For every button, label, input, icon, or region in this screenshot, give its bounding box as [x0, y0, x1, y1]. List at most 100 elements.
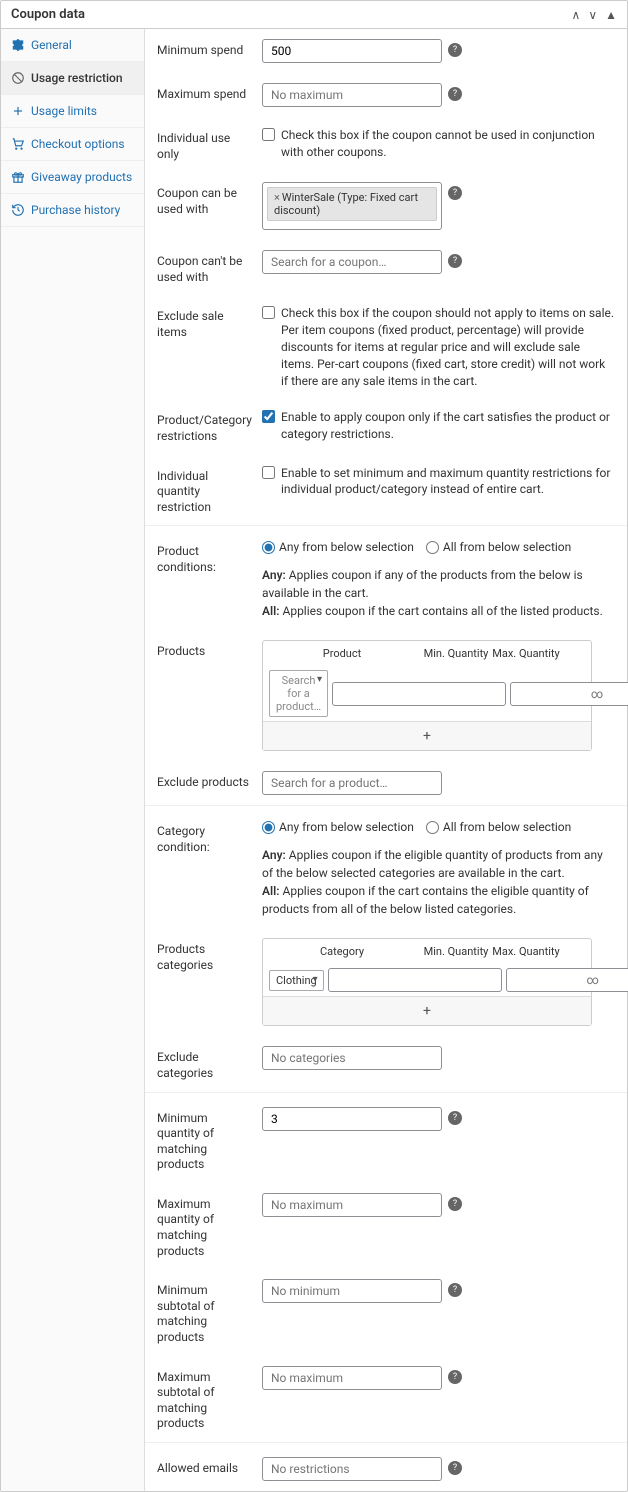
- label-max-qty: Maximum quantity of matching products: [157, 1193, 252, 1259]
- cant-used-with-input[interactable]: [262, 250, 442, 274]
- label-min-qty: Minimum quantity of matching products: [157, 1107, 252, 1173]
- exclude-sale-checkbox[interactable]: [262, 306, 275, 319]
- row-exclude-sale: Exclude sale items Check this box if the…: [145, 295, 627, 399]
- used-with-input[interactable]: ×WinterSale (Type: Fixed cart discount): [262, 182, 442, 230]
- row-prod-cat-restrict: Product/Category restrictions Enable to …: [145, 399, 627, 454]
- label-products: Products: [157, 640, 252, 660]
- cart-icon: [11, 137, 25, 151]
- sidebar-item-label: Checkout options: [31, 137, 125, 151]
- max-qty-input[interactable]: [262, 1193, 442, 1217]
- label-cat-cond: Category condition:: [157, 820, 252, 855]
- sidebar-item-purchase-history[interactable]: Purchase history: [1, 194, 144, 227]
- expand-down-icon[interactable]: ∨: [588, 8, 597, 22]
- cat-cond-any[interactable]: Any from below selection: [262, 820, 414, 834]
- row-individual-use: Individual use only Check this box if th…: [145, 117, 627, 172]
- indiv-qty-checkbox[interactable]: [262, 466, 275, 479]
- min-qty-input[interactable]: [262, 1107, 442, 1131]
- row-exclude-categories: Exclude categories: [145, 1036, 627, 1091]
- sidebar: General Usage restriction Usage limits C…: [1, 29, 145, 1491]
- label-min-spend: Minimum spend: [157, 39, 252, 59]
- gift-icon: [11, 170, 25, 184]
- remove-tag-icon[interactable]: ×: [274, 191, 280, 204]
- col-category: Category: [263, 945, 421, 958]
- row-cant-used-with: Coupon can't be used with ?: [145, 240, 627, 295]
- sidebar-item-usage-restriction[interactable]: Usage restriction: [1, 62, 144, 95]
- panel-header: Coupon data ∧ ∨ ▲: [1, 1, 627, 29]
- help-icon[interactable]: ?: [448, 1370, 462, 1384]
- ticket-icon: [11, 38, 25, 52]
- toggle-icon[interactable]: ▲: [605, 8, 617, 22]
- panel-title: Coupon data: [11, 7, 85, 22]
- sidebar-item-checkout-options[interactable]: Checkout options: [1, 128, 144, 161]
- help-icon[interactable]: ?: [448, 254, 462, 268]
- label-prod-cat-restrict: Product/Category restrictions: [157, 409, 252, 444]
- history-icon: [11, 203, 25, 217]
- add-product-row-button[interactable]: +: [263, 721, 591, 750]
- exclude-sale-text: Check this box if the coupon should not …: [281, 305, 615, 389]
- label-exclude-categories: Exclude categories: [157, 1046, 252, 1081]
- exclude-categories-input[interactable]: [262, 1046, 442, 1070]
- products-table: Product Min. Quantity Max. Quantity Sear…: [262, 640, 592, 751]
- label-indiv-qty: Individual quantity restriction: [157, 465, 252, 516]
- collapse-up-icon[interactable]: ∧: [572, 8, 581, 22]
- sidebar-item-label: Usage restriction: [31, 71, 123, 85]
- help-icon[interactable]: ?: [448, 87, 462, 101]
- sidebar-item-giveaway-products[interactable]: Giveaway products: [1, 161, 144, 194]
- prod-cat-restrict-checkbox[interactable]: [262, 410, 275, 423]
- allowed-emails-input[interactable]: [262, 1457, 442, 1481]
- help-icon[interactable]: ?: [448, 1197, 462, 1211]
- prod-cond-all[interactable]: All from below selection: [426, 540, 571, 554]
- prod-cond-any[interactable]: Any from below selection: [262, 540, 414, 554]
- label-max-subtotal: Maximum subtotal of matching products: [157, 1366, 252, 1432]
- sidebar-item-label: Usage limits: [31, 104, 97, 118]
- product-select[interactable]: Search for a product…: [269, 670, 328, 717]
- help-icon[interactable]: ?: [448, 1111, 462, 1125]
- max-spend-input[interactable]: [262, 83, 442, 107]
- form-content: Minimum spend ? Maximum spend ? Individu…: [145, 29, 627, 1491]
- individual-use-checkbox[interactable]: [262, 128, 275, 141]
- row-min-subtotal: Minimum subtotal of matching products ?: [145, 1269, 627, 1355]
- plus-icon: [11, 104, 25, 118]
- product-max-qty[interactable]: [510, 682, 628, 706]
- category-select[interactable]: Clothing: [269, 970, 324, 991]
- panel-body: General Usage restriction Usage limits C…: [1, 29, 627, 1491]
- row-products: Products Product Min. Quantity Max. Quan…: [145, 630, 627, 761]
- col-min-qty: Min. Quantity: [421, 945, 491, 958]
- category-min-qty[interactable]: [328, 968, 502, 992]
- help-icon[interactable]: ?: [448, 1283, 462, 1297]
- row-min-qty: Minimum quantity of matching products ?: [145, 1092, 627, 1183]
- coupon-tag[interactable]: ×WinterSale (Type: Fixed cart discount): [267, 187, 437, 221]
- cat-cond-all[interactable]: All from below selection: [426, 820, 571, 834]
- sidebar-item-label: Purchase history: [31, 203, 120, 217]
- label-max-spend: Maximum spend: [157, 83, 252, 103]
- col-product: Product: [263, 647, 421, 660]
- row-max-qty: Maximum quantity of matching products ?: [145, 1183, 627, 1269]
- min-spend-input[interactable]: [262, 39, 442, 63]
- label-individual-use: Individual use only: [157, 127, 252, 162]
- add-category-row-button[interactable]: +: [263, 996, 591, 1025]
- categories-table: Category Min. Quantity Max. Quantity Clo…: [262, 938, 592, 1026]
- col-max-qty: Max. Quantity: [491, 647, 561, 660]
- category-max-qty[interactable]: [506, 968, 628, 992]
- help-icon[interactable]: ?: [448, 1461, 462, 1475]
- row-min-spend: Minimum spend ?: [145, 29, 627, 73]
- row-max-subtotal: Maximum subtotal of matching products ?: [145, 1356, 627, 1442]
- label-prod-cond: Product conditions:: [157, 540, 252, 575]
- sidebar-item-general[interactable]: General: [1, 29, 144, 62]
- max-subtotal-input[interactable]: [262, 1366, 442, 1390]
- min-subtotal-input[interactable]: [262, 1279, 442, 1303]
- sidebar-item-usage-limits[interactable]: Usage limits: [1, 95, 144, 128]
- sidebar-item-label: Giveaway products: [31, 170, 132, 184]
- label-exclude-products: Exclude products: [157, 771, 252, 791]
- row-indiv-qty: Individual quantity restriction Enable t…: [145, 455, 627, 526]
- label-exclude-sale: Exclude sale items: [157, 305, 252, 340]
- row-cat-cond: Category condition: Any from below selec…: [145, 805, 627, 928]
- sidebar-item-label: General: [31, 38, 72, 52]
- product-min-qty[interactable]: [332, 682, 506, 706]
- label-cant-used-with: Coupon can't be used with: [157, 250, 252, 285]
- help-icon[interactable]: ?: [448, 186, 462, 200]
- exclude-products-input[interactable]: [262, 771, 442, 795]
- individual-use-text: Check this box if the coupon cannot be u…: [281, 127, 615, 161]
- row-exclude-products: Exclude products: [145, 761, 627, 805]
- help-icon[interactable]: ?: [448, 43, 462, 57]
